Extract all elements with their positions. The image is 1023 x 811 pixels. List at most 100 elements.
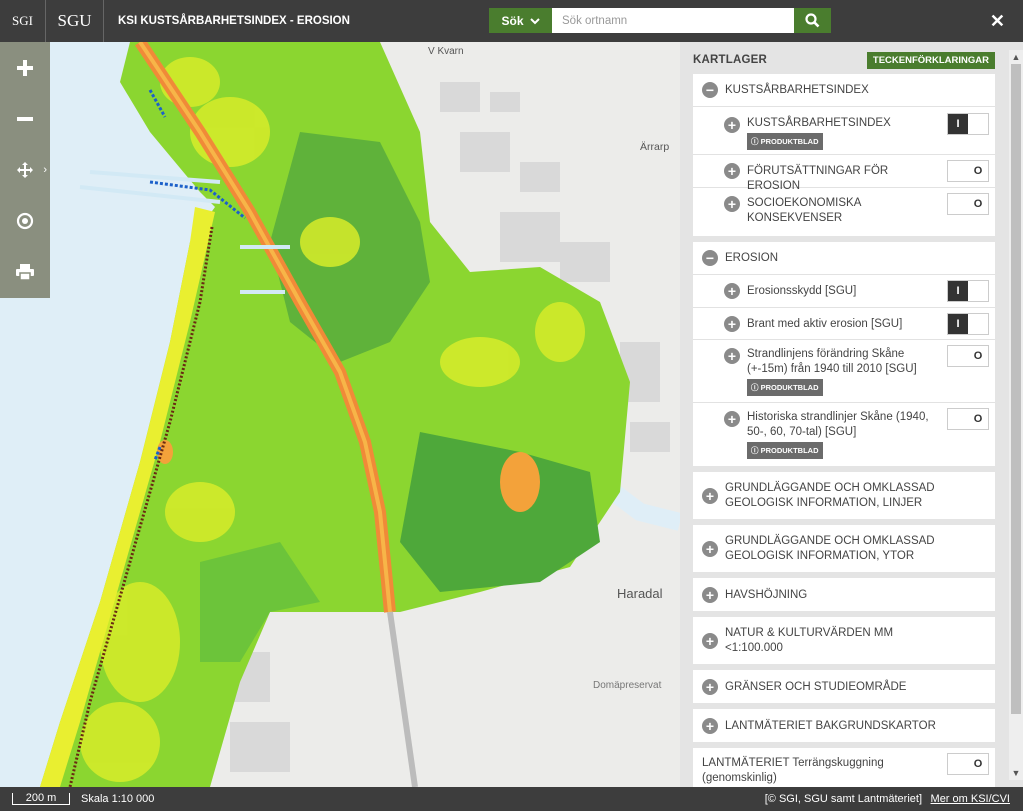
layer-label: SOCIOEKONOMISKA KONSEKVENSER: [747, 197, 861, 224]
move-icon: [17, 161, 33, 178]
search-icon: [805, 13, 820, 28]
group-header[interactable]: + NATUR & KULTURVÄRDEN MM <1:100.000: [693, 617, 995, 664]
layer-label: LANTMÄTERIET Terrängskuggning (genomskin…: [702, 757, 884, 784]
group-lantmateriet: + LANTMÄTERIET BAKGRUNDSKARTOR: [693, 709, 995, 742]
produktblad-badge[interactable]: ⓘ PRODUKTBLAD: [747, 133, 823, 150]
layer-toggle[interactable]: O: [947, 408, 989, 430]
panel-title: KARTLAGER: [693, 54, 767, 66]
layer-label: Strandlinjens förändring Skåne (+-15m) f…: [747, 348, 917, 375]
layer-toggle[interactable]: I: [947, 313, 989, 335]
plus-circle-icon[interactable]: +: [702, 632, 718, 649]
plus-circle-icon[interactable]: +: [724, 117, 740, 133]
layer-label: Erosionsskydd [SGU]: [747, 285, 857, 297]
layer-label: Historiska strandlinjer Skåne (1940, 50-…: [747, 411, 929, 438]
group-header[interactable]: + LANTMÄTERIET BAKGRUNDSKARTOR: [693, 709, 995, 742]
target-icon: [16, 212, 34, 229]
group-geologi-linjer: + GRUNDLÄGGANDE OCH OMKLASSAD GEOLOGISK …: [693, 472, 995, 519]
group-header[interactable]: − EROSION: [693, 242, 995, 275]
group-havshojning: + HAVSHÖJNING: [693, 578, 995, 611]
layer-label: Brant med aktiv erosion [SGU]: [747, 318, 903, 330]
plus-circle-icon[interactable]: +: [724, 316, 740, 332]
layer-toggle[interactable]: O: [947, 160, 989, 182]
group-header[interactable]: + GRUNDLÄGGANDE OCH OMKLASSAD GEOLOGISK …: [693, 525, 995, 572]
map-toolbar: ›: [0, 42, 50, 298]
plus-circle-icon[interactable]: +: [724, 283, 740, 299]
layer-toggle[interactable]: I: [947, 113, 989, 135]
plus-circle-icon[interactable]: +: [702, 540, 718, 557]
print-button[interactable]: [0, 246, 50, 297]
layer-item: + Strandlinjens förändring Skåne (+-15m)…: [693, 340, 995, 403]
search-button[interactable]: [794, 8, 831, 33]
layer-item: + SOCIOEKONOMISKA KONSEKVENSER O: [693, 188, 995, 236]
close-icon[interactable]: ✕: [990, 12, 1005, 30]
layer-item: + FÖRUTSÄTTNINGAR FÖR EROSION O: [693, 155, 995, 192]
search-input[interactable]: [552, 8, 794, 33]
search-mode-label: Sök: [501, 13, 524, 28]
plus-circle-icon[interactable]: +: [724, 348, 740, 364]
group-label: NATUR & KULTURVÄRDEN MM <1:100.000: [725, 626, 894, 654]
pan-button[interactable]: ›: [0, 144, 50, 195]
group-kustsarbarhetsindex: − KUSTSÅRBARHETSINDEX + KUSTSÅRBARHETSIN…: [693, 74, 995, 236]
layer-item: LANTMÄTERIET Terrängskuggning (genomskin…: [693, 748, 995, 787]
sgi-logo[interactable]: SGI: [0, 0, 46, 42]
chevron-down-icon: [529, 17, 540, 24]
group-label: HAVSHÖJNING: [725, 588, 808, 601]
group-label: GRÄNSER OCH STUDIEOMRÅDE: [725, 680, 907, 693]
zoom-in-button[interactable]: [0, 42, 50, 93]
produktblad-badge[interactable]: ⓘ PRODUKTBLAD: [747, 442, 823, 459]
minus-circle-icon[interactable]: −: [702, 82, 718, 98]
plus-circle-icon[interactable]: +: [724, 411, 740, 427]
layer-toggle[interactable]: O: [947, 345, 989, 367]
layer-item: + Brant med aktiv erosion [SGU] I: [693, 308, 995, 340]
map-label: Haradal: [617, 586, 663, 601]
minus-icon: [17, 116, 33, 121]
layer-item: + Erosionsskydd [SGU] I: [693, 275, 995, 308]
map-label: Ärrarp: [640, 141, 669, 153]
layer-item: + Historiska strandlinjer Skåne (1940, 5…: [693, 403, 995, 466]
scroll-thumb[interactable]: [1011, 64, 1021, 714]
plus-circle-icon[interactable]: +: [724, 163, 740, 179]
minus-circle-icon[interactable]: −: [702, 250, 718, 266]
chevron-right-icon: ›: [43, 164, 47, 176]
plus-circle-icon[interactable]: +: [702, 586, 718, 603]
group-label: LANTMÄTERIET BAKGRUNDSKARTOR: [725, 719, 936, 732]
status-bar: 200 m Skala 1:10 000 [© SGI, SGU samt La…: [0, 787, 1023, 811]
produktblad-badge[interactable]: ⓘ PRODUKTBLAD: [747, 379, 823, 396]
map-canvas[interactable]: V Kvarn Ärrarp Haradal Domäpreservat: [0, 42, 680, 787]
app-title: KSI KUSTSÅRBARHETSINDEX - EROSION: [118, 15, 350, 27]
group-natur-kultur: + NATUR & KULTURVÄRDEN MM <1:100.000: [693, 617, 995, 664]
panel-scrollbar[interactable]: ▲ ▼: [1009, 50, 1023, 780]
group-label: KUSTSÅRBARHETSINDEX: [725, 84, 869, 96]
group-label: GRUNDLÄGGANDE OCH OMKLASSAD GEOLOGISK IN…: [725, 481, 935, 509]
scroll-up-icon[interactable]: ▲: [1009, 50, 1023, 64]
layer-toggle[interactable]: O: [947, 193, 989, 215]
scale-text: Skala 1:10 000: [81, 793, 155, 805]
layer-toggle[interactable]: I: [947, 280, 989, 302]
group-header[interactable]: + HAVSHÖJNING: [693, 578, 995, 611]
locate-button[interactable]: [0, 195, 50, 246]
sgu-logo[interactable]: SGU: [46, 0, 104, 42]
plus-circle-icon[interactable]: +: [724, 196, 740, 212]
group-header[interactable]: − KUSTSÅRBARHETSINDEX: [693, 74, 995, 107]
search-mode-dropdown[interactable]: Sök: [489, 8, 552, 33]
copyright-text: [© SGI, SGU samt Lantmäteriet]: [764, 793, 922, 805]
zoom-out-button[interactable]: [0, 93, 50, 144]
group-header[interactable]: + GRÄNSER OCH STUDIEOMRÅDE: [693, 670, 995, 703]
scale-bar: 200 m: [12, 793, 70, 805]
legend-button[interactable]: TECKENFÖRKLARINGAR: [866, 51, 995, 69]
group-header[interactable]: + GRUNDLÄGGANDE OCH OMKLASSAD GEOLOGISK …: [693, 472, 995, 519]
plus-circle-icon[interactable]: +: [702, 678, 718, 695]
panel-header: KARTLAGER TECKENFÖRKLARINGAR: [693, 50, 995, 70]
layer-panel: KARTLAGER TECKENFÖRKLARINGAR − KUSTSÅRBA…: [680, 42, 1023, 787]
plus-circle-icon[interactable]: +: [702, 717, 718, 734]
group-geologi-ytor: + GRUNDLÄGGANDE OCH OMKLASSAD GEOLOGISK …: [693, 525, 995, 572]
scroll-down-icon[interactable]: ▼: [1009, 766, 1023, 780]
group-granser: + GRÄNSER OCH STUDIEOMRÅDE: [693, 670, 995, 703]
layer-toggle[interactable]: O: [947, 753, 989, 775]
app-header: SGI SGU KSI KUSTSÅRBARHETSINDEX - EROSIO…: [0, 0, 1023, 42]
printer-icon: [16, 263, 34, 280]
plus-icon: [17, 59, 33, 76]
layer-item: + KUSTSÅRBARHETSINDEX ⓘ PRODUKTBLAD I: [693, 107, 995, 155]
plus-circle-icon[interactable]: +: [702, 487, 718, 504]
more-info-link[interactable]: Mer om KSI/CVI: [931, 793, 1010, 805]
